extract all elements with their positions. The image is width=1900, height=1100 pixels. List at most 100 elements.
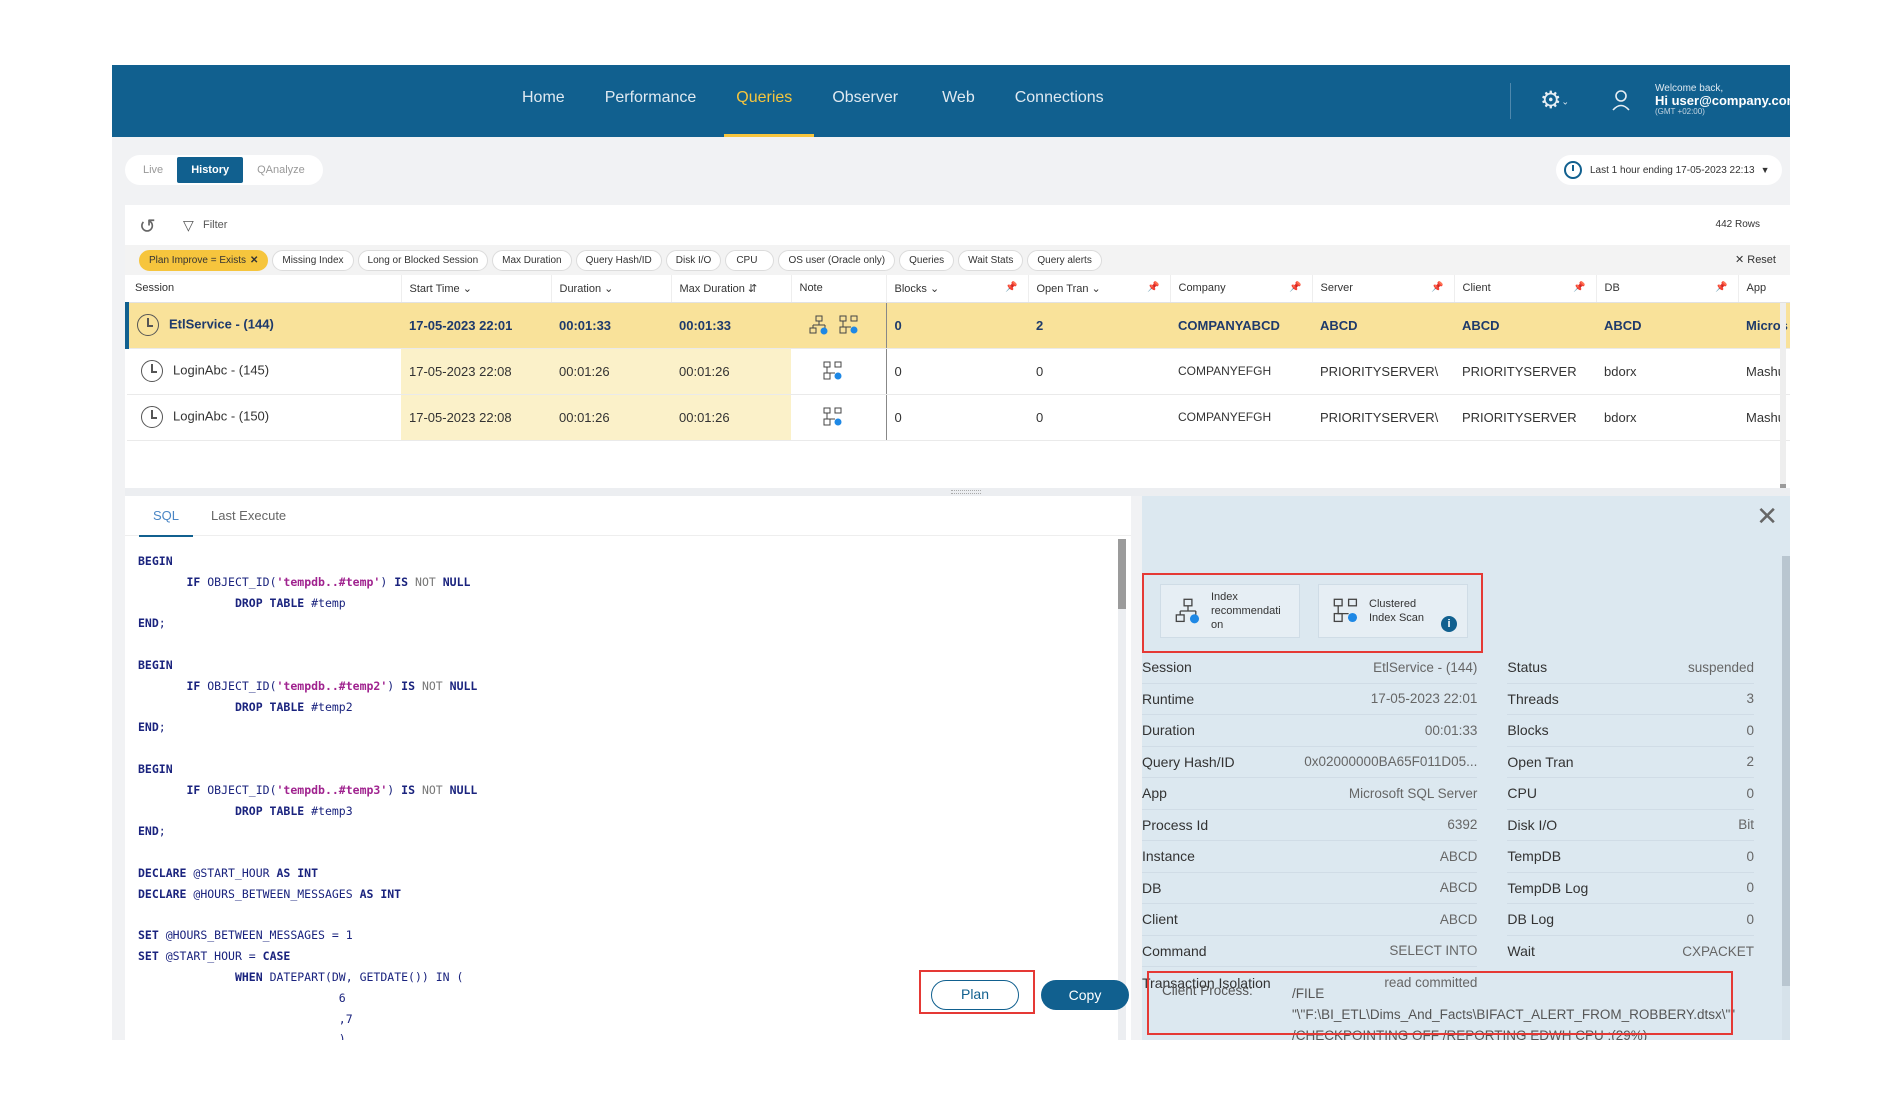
field-label: DB Log [1507,911,1555,928]
user-icon[interactable] [1612,89,1634,111]
pin-icon[interactable]: 📌 [1573,282,1585,293]
table-row[interactable]: LoginAbc - (150) 17-05-2023 22:08 00:01:… [127,394,1790,441]
reset-label: Reset [1747,254,1776,266]
nav-queries[interactable]: Queries [724,65,815,137]
col-session[interactable]: Session [127,275,402,303]
filter-icon[interactable]: ▽ [183,217,194,234]
timezone: (GMT +02:00) [1655,107,1705,117]
col-max-duration[interactable]: Max Duration ⇵ [671,275,792,303]
time-range-selector[interactable]: Last 1 hour ending 17-05-2023 22:13 ▼ [1556,155,1782,185]
sql-code[interactable]: BEGIN IF OBJECT_ID('tempdb..#temp') IS N… [138,551,477,1040]
cell-open-tran: 0 [1028,348,1170,395]
nav-connections[interactable]: Connections [1015,65,1104,137]
copy-button[interactable]: Copy [1041,980,1129,1010]
filter-label[interactable]: Filter [203,219,227,231]
scroll-thumb[interactable] [1118,539,1126,609]
scroll-thumb[interactable] [1782,556,1790,986]
clustered-index-scan-icon[interactable] [823,407,843,427]
close-icon[interactable]: ✕ [1756,501,1778,532]
sort-icon: ⇵ [747,282,758,295]
col-note[interactable]: Note [791,275,887,303]
nav-observer[interactable]: Observer [832,65,898,137]
col-blocks[interactable]: Blocks ⌄ 📌 [885,275,1029,303]
cell-duration: 00:01:26 [551,348,671,395]
col-db[interactable]: DB 📌 [1596,275,1739,303]
grid-toolbar: ↺ ▽ Filter 442 Rows [125,205,1790,245]
chip-missing-index[interactable]: Missing Index [272,249,354,271]
field-label: App [1142,785,1167,802]
field-instance: Instance ABCD [1142,841,1478,873]
col-server[interactable]: Server 📌 [1312,275,1455,303]
close-icon[interactable]: ✕ [250,255,258,266]
reset-filters-button[interactable]: ✕ Reset [1735,253,1776,266]
tab-qanalyze[interactable]: QAnalyze [243,157,319,183]
table-row[interactable]: EtlService - (144) 17-05-2023 22:01 00:0… [125,302,1790,349]
chip-query-hash[interactable]: Query Hash/ID [575,249,662,271]
chip-long-blocked[interactable]: Long or Blocked Session [357,249,489,271]
sessions-grid-panel: ↺ ▽ Filter 442 Rows Plan Improve = Exist… [125,205,1790,488]
cell-max-duration: 00:01:26 [671,394,791,441]
nav-web[interactable]: Web [942,65,975,137]
field-label: Threads [1507,690,1559,707]
code-scrollbar[interactable] [1118,539,1126,1040]
cell-company: COMPANYEFGH [1170,394,1312,441]
highlight-box [1142,573,1483,653]
sql-panel: SQL Last Execute BEGIN IF OBJECT_ID('tem… [125,496,1131,1040]
field-value: ABCD [1439,911,1478,927]
session-details-panel: ✕ Index recommendati on Clustered Index … [1142,496,1790,1040]
details-scrollbar[interactable] [1782,556,1790,1040]
col-label: Blocks [894,282,927,295]
field-value: 0 [1746,911,1754,927]
pin-icon[interactable]: 📌 [1431,282,1443,293]
field-label: CPU [1507,785,1537,802]
panel-splitter[interactable] [125,488,1790,496]
rows-count: 442 Rows [1715,219,1760,230]
refresh-icon[interactable]: ↺ [139,214,156,239]
chip-cpu[interactable]: CPU [725,249,775,271]
tab-last-execute[interactable]: Last Execute [211,508,286,523]
tab-history[interactable]: History [177,157,244,183]
pin-icon[interactable]: 📌 [1715,282,1727,293]
chip-wait-stats[interactable]: Wait Stats [958,249,1024,271]
field-value: 0x02000000BA65F011D05... [1304,754,1478,770]
col-start-time[interactable]: Start Time ⌄ [401,275,552,303]
field-open-tran: Open Tran 2 [1507,747,1754,778]
chip-queries[interactable]: Queries [899,249,955,271]
chip-os-user[interactable]: OS user (Oracle only) [778,249,896,271]
field-label: DB [1142,879,1162,896]
pin-icon[interactable]: 📌 [1147,282,1159,293]
pin-icon[interactable]: 📌 [1289,282,1301,293]
col-label: Company [1178,282,1226,295]
details-right-column: Status suspended Threads 3 Blocks 0 Open Tr… [1507,652,1754,999]
index-recommendation-icon[interactable] [809,315,829,335]
pin-icon[interactable]: 📌 [1005,282,1017,293]
field-runtime: Runtime 17-05-2023 22:01 [1142,684,1478,715]
cell-start: 17-05-2023 22:01 [401,302,551,349]
col-company[interactable]: Company 📌 [1170,275,1313,303]
field-label: TempDB [1507,848,1562,865]
chip-disk-io[interactable]: Disk I/O [665,249,722,271]
field-duration: Duration 00:01:33 [1142,715,1478,747]
chip-max-duration[interactable]: Max Duration [492,249,572,271]
table-row[interactable]: LoginAbc - (145) 17-05-2023 22:08 00:01:… [127,348,1790,395]
chip-query-alerts[interactable]: Query alerts [1027,249,1102,271]
drag-handle[interactable] [951,490,981,494]
chip-plan-improve[interactable]: Plan Improve = Exists ✕ [139,249,269,271]
clustered-index-scan-icon[interactable] [823,361,843,381]
cell-server: PRIORITYSERVER\ [1312,348,1454,395]
vertical-scrollbar[interactable] [1780,303,1786,488]
field-value: 3 [1746,691,1754,707]
col-app[interactable]: App [1738,275,1790,303]
nav-performance[interactable]: Performance [605,65,697,137]
clustered-index-scan-icon[interactable] [839,315,859,335]
col-duration[interactable]: Duration ⌄ [551,275,672,303]
tab-live[interactable]: Live [129,157,177,183]
field-cpu: CPU 0 [1507,778,1754,810]
settings-gear-icon[interactable]: ⚙⌄ [1540,85,1580,117]
user-greeting[interactable]: Welcome back, Hi user@company.com (GMT +… [1655,83,1790,117]
tab-sql[interactable]: SQL [138,508,194,537]
col-client[interactable]: Client 📌 [1454,275,1597,303]
col-open-tran[interactable]: Open Tran ⌄ 📌 [1028,275,1171,303]
nav-home[interactable]: Home [522,65,565,137]
col-label: Max Duration [679,282,745,295]
